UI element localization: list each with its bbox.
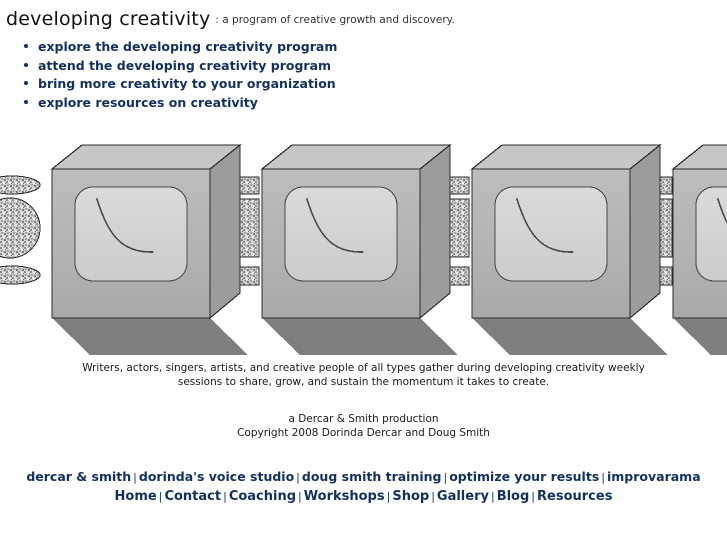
footer-link-dorindas-voice-studio[interactable]: dorinda's voice studio bbox=[139, 469, 294, 484]
footer-link-improvarama[interactable]: improvarama bbox=[607, 469, 701, 484]
footer-separator: | bbox=[490, 490, 495, 503]
footer-page-links: Home | Contact | Coaching | Workshops | Shop | Gal… bbox=[0, 486, 727, 505]
footer-link-doug-smith-training[interactable]: doug smith training bbox=[302, 469, 442, 484]
caption-line-1: Writers, actors, singers, artists, and c… bbox=[82, 362, 645, 374]
page-tagline: : a program of creative growth and disco… bbox=[215, 14, 455, 26]
list-item[interactable]: attend the developing creativity program bbox=[22, 58, 727, 73]
footer-link-coaching[interactable]: Coaching bbox=[229, 489, 296, 504]
banner-caption: Writers, actors, singers, artists, and c… bbox=[0, 361, 727, 389]
production-credit: a Dercar & Smith production bbox=[288, 413, 439, 425]
copyright-notice: Copyright 2008 Dorinda Dercar and Doug S… bbox=[237, 427, 490, 439]
page-title: developing creativity bbox=[6, 8, 211, 30]
primary-nav-list: explore the developing creativity progra… bbox=[0, 39, 727, 110]
banner-svg bbox=[0, 133, 727, 361]
tv-box-icon-4 bbox=[672, 144, 727, 356]
footer-separator: | bbox=[296, 471, 300, 484]
nav-link-explore-resources[interactable]: explore resources on creativity bbox=[38, 95, 258, 110]
footer-link-dercar-and-smith[interactable]: dercar & smith bbox=[26, 469, 131, 484]
footer-separator: | bbox=[133, 471, 137, 484]
footer-link-gallery[interactable]: Gallery bbox=[437, 489, 489, 504]
footer-link-workshops[interactable]: Workshops bbox=[304, 489, 385, 504]
footer-link-contact[interactable]: Contact bbox=[164, 489, 221, 504]
credits-block: a Dercar & Smith production Copyright 20… bbox=[0, 412, 727, 440]
nav-link-attend-program[interactable]: attend the developing creativity program bbox=[38, 58, 331, 73]
footer-partner-links: dercar & smith | dorinda's voice studio | do… bbox=[0, 467, 727, 486]
page-header: developing creativity : a program of crea… bbox=[0, 0, 727, 30]
nav-link-explore-program[interactable]: explore the developing creativity progra… bbox=[38, 39, 337, 54]
footer-separator: | bbox=[601, 471, 605, 484]
list-item[interactable]: explore the developing creativity progra… bbox=[22, 39, 727, 54]
caption-line-2: sessions to share, grow, and sustain the… bbox=[177, 376, 550, 388]
footer-separator: | bbox=[431, 490, 435, 503]
footer-link-home[interactable]: Home bbox=[115, 489, 157, 504]
nav-link-bring-creativity[interactable]: bring more creativity to your organizati… bbox=[38, 76, 336, 91]
footer-separator: | bbox=[298, 490, 302, 503]
footer-link-shop[interactable]: Shop bbox=[392, 489, 429, 504]
list-item[interactable]: explore resources on creativity bbox=[22, 95, 727, 110]
banner-illustration bbox=[0, 133, 727, 361]
footer-link-blog[interactable]: Blog bbox=[497, 489, 530, 504]
list-item[interactable]: bring more creativity to your organizati… bbox=[22, 76, 727, 91]
footer-separator: | bbox=[531, 490, 536, 503]
site-footer: dercar & smith | dorinda's voice studio | do… bbox=[0, 467, 727, 505]
footer-link-resources[interactable]: Resources bbox=[537, 489, 612, 504]
footer-separator: | bbox=[223, 490, 227, 503]
footer-link-optimize-your-results[interactable]: optimize your results bbox=[449, 469, 599, 484]
